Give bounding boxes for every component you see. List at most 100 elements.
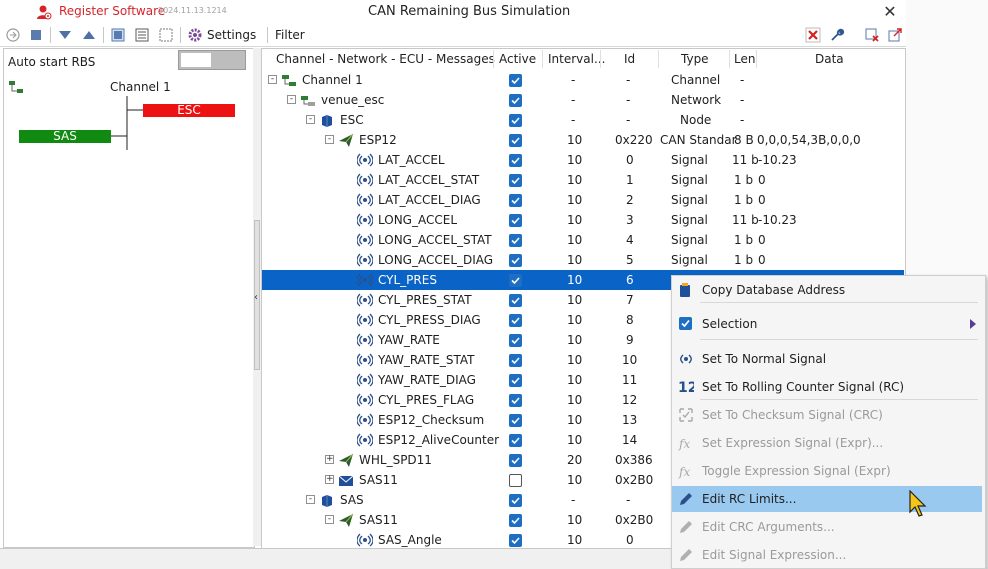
column-header-id[interactable]: Id bbox=[624, 52, 635, 66]
record-icon[interactable] bbox=[5, 27, 21, 43]
column-header-data[interactable]: Data bbox=[815, 52, 844, 66]
active-checkbox[interactable] bbox=[509, 394, 522, 407]
active-checkbox[interactable] bbox=[509, 494, 522, 507]
menu-item-set-to-normal-signal[interactable]: Set To Normal Signal bbox=[672, 346, 982, 372]
checkbox-icon bbox=[679, 317, 692, 330]
export-icon[interactable] bbox=[887, 27, 903, 43]
column-divider[interactable] bbox=[658, 50, 659, 68]
active-checkbox[interactable] bbox=[509, 374, 522, 387]
menu-item-set-to-rolling-counter-signal-rc[interactable]: 12 Set To Rolling Counter Signal (RC) bbox=[672, 374, 982, 400]
column-divider[interactable] bbox=[756, 50, 757, 68]
row-data: 0 bbox=[758, 253, 766, 267]
view-a-icon[interactable] bbox=[110, 27, 126, 43]
collapse-icon[interactable]: - bbox=[325, 135, 334, 144]
column-divider[interactable] bbox=[729, 50, 730, 68]
menu-item-label: Copy Database Address bbox=[702, 283, 846, 297]
tree-row[interactable]: LAT_ACCEL_STAT 10 1 Signal 1 b 0 bbox=[262, 170, 904, 190]
toolbar-separator bbox=[180, 27, 181, 43]
tree-row[interactable]: - Channel 1 - - Channel - bbox=[262, 70, 904, 90]
tree-row[interactable]: - venue_esc - - Network - bbox=[262, 90, 904, 110]
expand-all-icon[interactable] bbox=[81, 27, 97, 43]
settings-menu-button[interactable]: Settings bbox=[207, 28, 256, 42]
active-checkbox[interactable] bbox=[509, 334, 522, 347]
delete-icon[interactable] bbox=[864, 27, 880, 43]
row-label: CYL_PRES bbox=[378, 273, 437, 287]
tree-row[interactable]: LONG_ACCEL 10 3 Signal 11 b -10.23 bbox=[262, 210, 904, 230]
row-len: 1 b bbox=[734, 173, 754, 187]
menu-item-copy-database-address[interactable]: Copy Database Address bbox=[672, 277, 982, 303]
tree-row[interactable]: LONG_ACCEL_STAT 10 4 Signal 1 b 0 bbox=[262, 230, 904, 250]
diagram-node-sas[interactable]: SAS bbox=[19, 130, 111, 143]
collapse-icon[interactable]: - bbox=[287, 95, 296, 104]
row-interval: 10 bbox=[567, 533, 583, 547]
toolbar-separator bbox=[267, 27, 268, 43]
collapse-icon[interactable]: - bbox=[306, 115, 315, 124]
column-header-type[interactable]: Type bbox=[681, 52, 709, 66]
stop-icon[interactable] bbox=[28, 27, 44, 43]
tree-row[interactable]: LAT_ACCEL 10 0 Signal 11 b -10.23 bbox=[262, 150, 904, 170]
column-divider[interactable] bbox=[600, 50, 601, 68]
column-header-interval[interactable]: Interval... bbox=[548, 52, 605, 66]
active-checkbox[interactable] bbox=[509, 154, 522, 167]
view-c-icon[interactable] bbox=[158, 27, 174, 43]
active-checkbox[interactable] bbox=[509, 234, 522, 247]
row-label: SAS11 bbox=[359, 513, 398, 527]
tree-row[interactable]: LAT_ACCEL_DIAG 10 2 Signal 1 b 0 bbox=[262, 190, 904, 210]
mouse-cursor-icon bbox=[909, 490, 927, 517]
row-label: LAT_ACCEL bbox=[378, 153, 445, 167]
menu-item-label: Edit CRC Arguments... bbox=[702, 520, 835, 534]
tree-row[interactable]: - ESC - - Node - bbox=[262, 110, 904, 130]
tree-row[interactable]: LONG_ACCEL_DIAG 10 5 Signal 1 b 0 bbox=[262, 250, 904, 270]
close-button[interactable]: ✕ bbox=[880, 2, 900, 22]
active-checkbox[interactable] bbox=[509, 94, 522, 107]
signal-icon bbox=[357, 273, 373, 287]
menu-item-edit-rc-limits[interactable]: Edit RC Limits... bbox=[672, 486, 982, 512]
expand-icon[interactable]: + bbox=[325, 475, 334, 484]
row-len: 8 B bbox=[734, 133, 754, 147]
active-checkbox[interactable] bbox=[509, 354, 522, 367]
column-header-len[interactable]: Len bbox=[734, 52, 755, 66]
row-len: 1 b bbox=[734, 253, 754, 267]
active-checkbox[interactable] bbox=[509, 274, 522, 287]
filter-field-label[interactable]: Filter bbox=[275, 28, 305, 42]
register-user-icon[interactable] bbox=[36, 4, 52, 20]
column-divider[interactable] bbox=[542, 50, 543, 68]
active-checkbox[interactable] bbox=[509, 454, 522, 467]
tree-row[interactable]: - ESP12 10 0x220 CAN Standar 8 B 0,0,0,54,3B,0… bbox=[262, 130, 904, 150]
register-software-link[interactable]: Register Software bbox=[59, 4, 165, 18]
active-checkbox[interactable] bbox=[509, 294, 522, 307]
collapse-left-icon[interactable]: ‹ bbox=[254, 292, 258, 303]
row-label: YAW_RATE bbox=[378, 333, 440, 347]
expand-icon[interactable]: + bbox=[325, 455, 334, 464]
column-divider[interactable] bbox=[493, 50, 494, 68]
diagram-node-esc[interactable]: ESC bbox=[143, 104, 235, 117]
active-checkbox[interactable] bbox=[509, 314, 522, 327]
collapse-all-icon[interactable] bbox=[57, 27, 73, 43]
active-checkbox[interactable] bbox=[509, 134, 522, 147]
active-checkbox[interactable] bbox=[509, 114, 522, 127]
active-checkbox[interactable] bbox=[509, 534, 522, 547]
collapse-icon[interactable]: - bbox=[268, 75, 277, 84]
active-checkbox[interactable] bbox=[509, 214, 522, 227]
check-icon bbox=[511, 297, 520, 305]
active-checkbox[interactable] bbox=[509, 514, 522, 527]
collapse-icon[interactable]: - bbox=[325, 515, 334, 524]
active-checkbox[interactable] bbox=[509, 194, 522, 207]
active-checkbox[interactable] bbox=[509, 74, 522, 87]
active-checkbox[interactable] bbox=[509, 174, 522, 187]
column-header-name[interactable]: Channel - Network - ECU - Messages bbox=[276, 52, 495, 66]
view-b-icon[interactable] bbox=[134, 27, 150, 43]
wrench-icon[interactable] bbox=[829, 27, 845, 43]
active-checkbox[interactable] bbox=[509, 254, 522, 267]
signal-icon bbox=[357, 313, 373, 327]
node-icon bbox=[322, 115, 332, 127]
active-checkbox[interactable] bbox=[509, 474, 522, 487]
menu-item-selection[interactable]: Selection bbox=[672, 311, 982, 337]
column-header-active[interactable]: Active bbox=[499, 52, 536, 66]
clear-filter-icon[interactable] bbox=[805, 27, 821, 43]
active-checkbox[interactable] bbox=[509, 414, 522, 427]
active-checkbox[interactable] bbox=[509, 434, 522, 447]
signal-icon bbox=[357, 153, 373, 167]
gear-icon[interactable] bbox=[187, 27, 203, 43]
collapse-icon[interactable]: - bbox=[306, 495, 315, 504]
